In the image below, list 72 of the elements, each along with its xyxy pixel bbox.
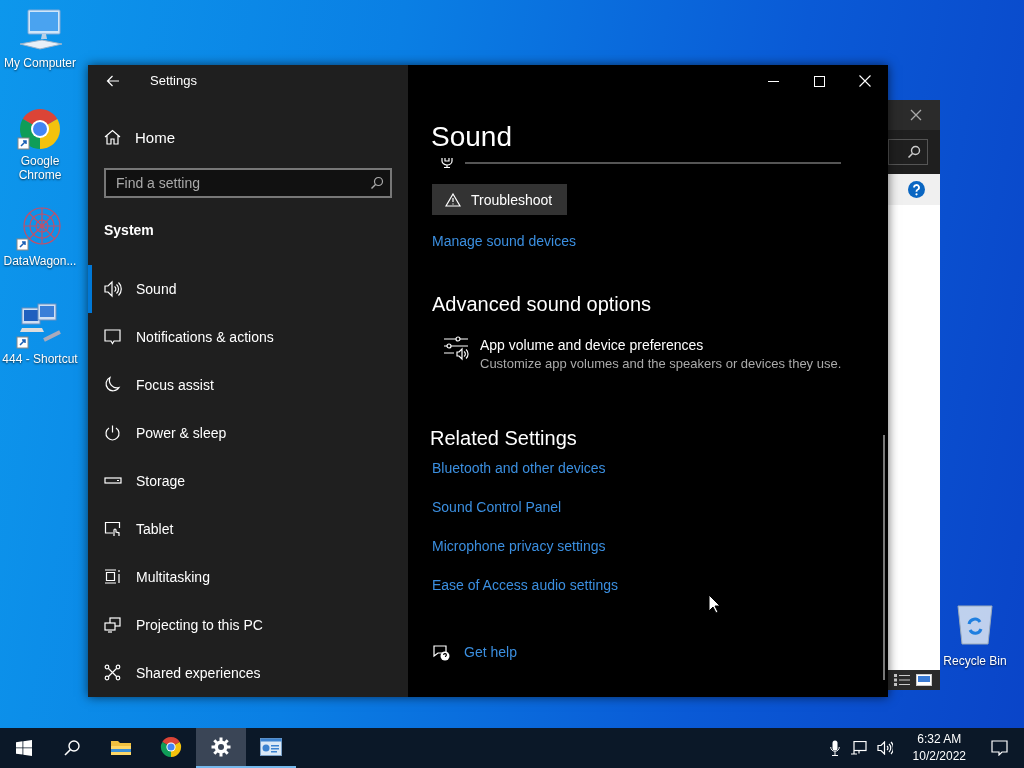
taskbar-app-button[interactable] bbox=[196, 728, 246, 768]
page-title: Sound bbox=[431, 120, 512, 154]
mouse-cursor-icon bbox=[708, 594, 721, 614]
search-icon bbox=[64, 740, 80, 756]
help-icon[interactable] bbox=[908, 181, 925, 198]
microphone-icon bbox=[441, 158, 453, 168]
warning-icon bbox=[445, 192, 461, 207]
nav-item[interactable]: Shared experiences bbox=[88, 649, 408, 697]
monitors-icon bbox=[104, 616, 122, 634]
search-field[interactable] bbox=[888, 139, 928, 165]
network-icon[interactable] bbox=[849, 740, 867, 756]
manage-devices-link[interactable]: Manage sound devices bbox=[432, 231, 576, 251]
nav-item[interactable]: Power & sleep bbox=[88, 409, 408, 457]
nav-item[interactable]: Focus assist bbox=[88, 361, 408, 409]
section-heading: Advanced sound options bbox=[432, 292, 652, 317]
chrome-icon[interactable] bbox=[17, 106, 63, 152]
moon-icon bbox=[104, 376, 122, 394]
folder-icon bbox=[110, 738, 132, 756]
related-link[interactable]: Ease of Access audio settings bbox=[432, 575, 618, 595]
networked-computers-icon[interactable] bbox=[16, 302, 64, 350]
section-heading: Related Settings bbox=[430, 426, 577, 451]
windows-logo-icon bbox=[16, 740, 32, 756]
clock-date[interactable]: 10/2/2022 bbox=[912, 748, 966, 765]
nav-item[interactable]: Storage bbox=[88, 457, 408, 505]
related-link[interactable]: Microphone privacy settings bbox=[432, 536, 606, 556]
speaker-icon[interactable] bbox=[876, 741, 893, 755]
recycle-bin-icon[interactable] bbox=[955, 602, 995, 646]
window-title: Settings bbox=[150, 73, 197, 89]
help-chat-icon bbox=[432, 643, 450, 661]
nav-item[interactable]: Projecting to this PC bbox=[88, 601, 408, 649]
microphone-icon[interactable] bbox=[829, 740, 840, 756]
gear-icon bbox=[211, 737, 231, 757]
back-arrow-icon[interactable] bbox=[106, 74, 120, 87]
description-text: Customize app volumes and the speakers or devices they use. bbox=[480, 355, 842, 373]
speech-bubble-icon bbox=[990, 740, 1008, 756]
search-icon bbox=[907, 145, 921, 159]
details-view-icon[interactable] bbox=[894, 674, 910, 686]
image-view-icon[interactable] bbox=[916, 674, 932, 686]
chrome-icon bbox=[160, 736, 182, 758]
icon-label: Google Chrome bbox=[17, 154, 63, 182]
tablet-icon bbox=[104, 520, 122, 538]
nav-item[interactable]: Notifications & actions bbox=[88, 313, 408, 361]
close-icon bbox=[859, 75, 871, 87]
nav-item[interactable]: Tablet bbox=[88, 505, 408, 553]
connected-nodes-icon bbox=[104, 664, 122, 682]
nav-item[interactable]: Multitasking bbox=[88, 553, 408, 601]
related-link[interactable]: Sound Control Panel bbox=[432, 497, 562, 517]
get-help-link[interactable]: Get help bbox=[464, 642, 517, 662]
home-icon bbox=[104, 129, 121, 146]
flower-pattern-icon[interactable] bbox=[16, 204, 64, 252]
search-icon bbox=[370, 176, 384, 190]
speaker-icon bbox=[104, 280, 122, 298]
close-icon[interactable] bbox=[910, 109, 922, 121]
home-nav-item[interactable]: Home bbox=[88, 117, 408, 157]
icon-label: My Computer bbox=[3, 56, 77, 70]
scrollbar[interactable] bbox=[883, 435, 885, 680]
search-field[interactable]: Find a setting bbox=[104, 168, 392, 198]
speech-bubble-icon bbox=[104, 328, 122, 346]
troubleshoot-button[interactable]: Troubleshoot bbox=[432, 184, 568, 215]
icon-label: DataWagon... bbox=[2, 254, 78, 268]
minimize-icon bbox=[767, 80, 779, 82]
app-volume-link[interactable]: App volume and device preferences bbox=[480, 335, 842, 355]
sliders-speaker-icon[interactable] bbox=[443, 335, 469, 361]
section-heading: System bbox=[103, 221, 155, 240]
icon-label: 444 - Shortcut bbox=[2, 352, 78, 366]
related-link[interactable]: Bluetooth and other devices bbox=[432, 458, 606, 478]
maximize-icon bbox=[813, 75, 825, 87]
control-panel-icon bbox=[260, 738, 282, 756]
clock-time[interactable]: 6:32 AM bbox=[917, 731, 962, 748]
icon-label: Recycle Bin bbox=[942, 654, 1008, 668]
multitasking-icon bbox=[104, 568, 122, 586]
power-icon bbox=[104, 424, 122, 442]
